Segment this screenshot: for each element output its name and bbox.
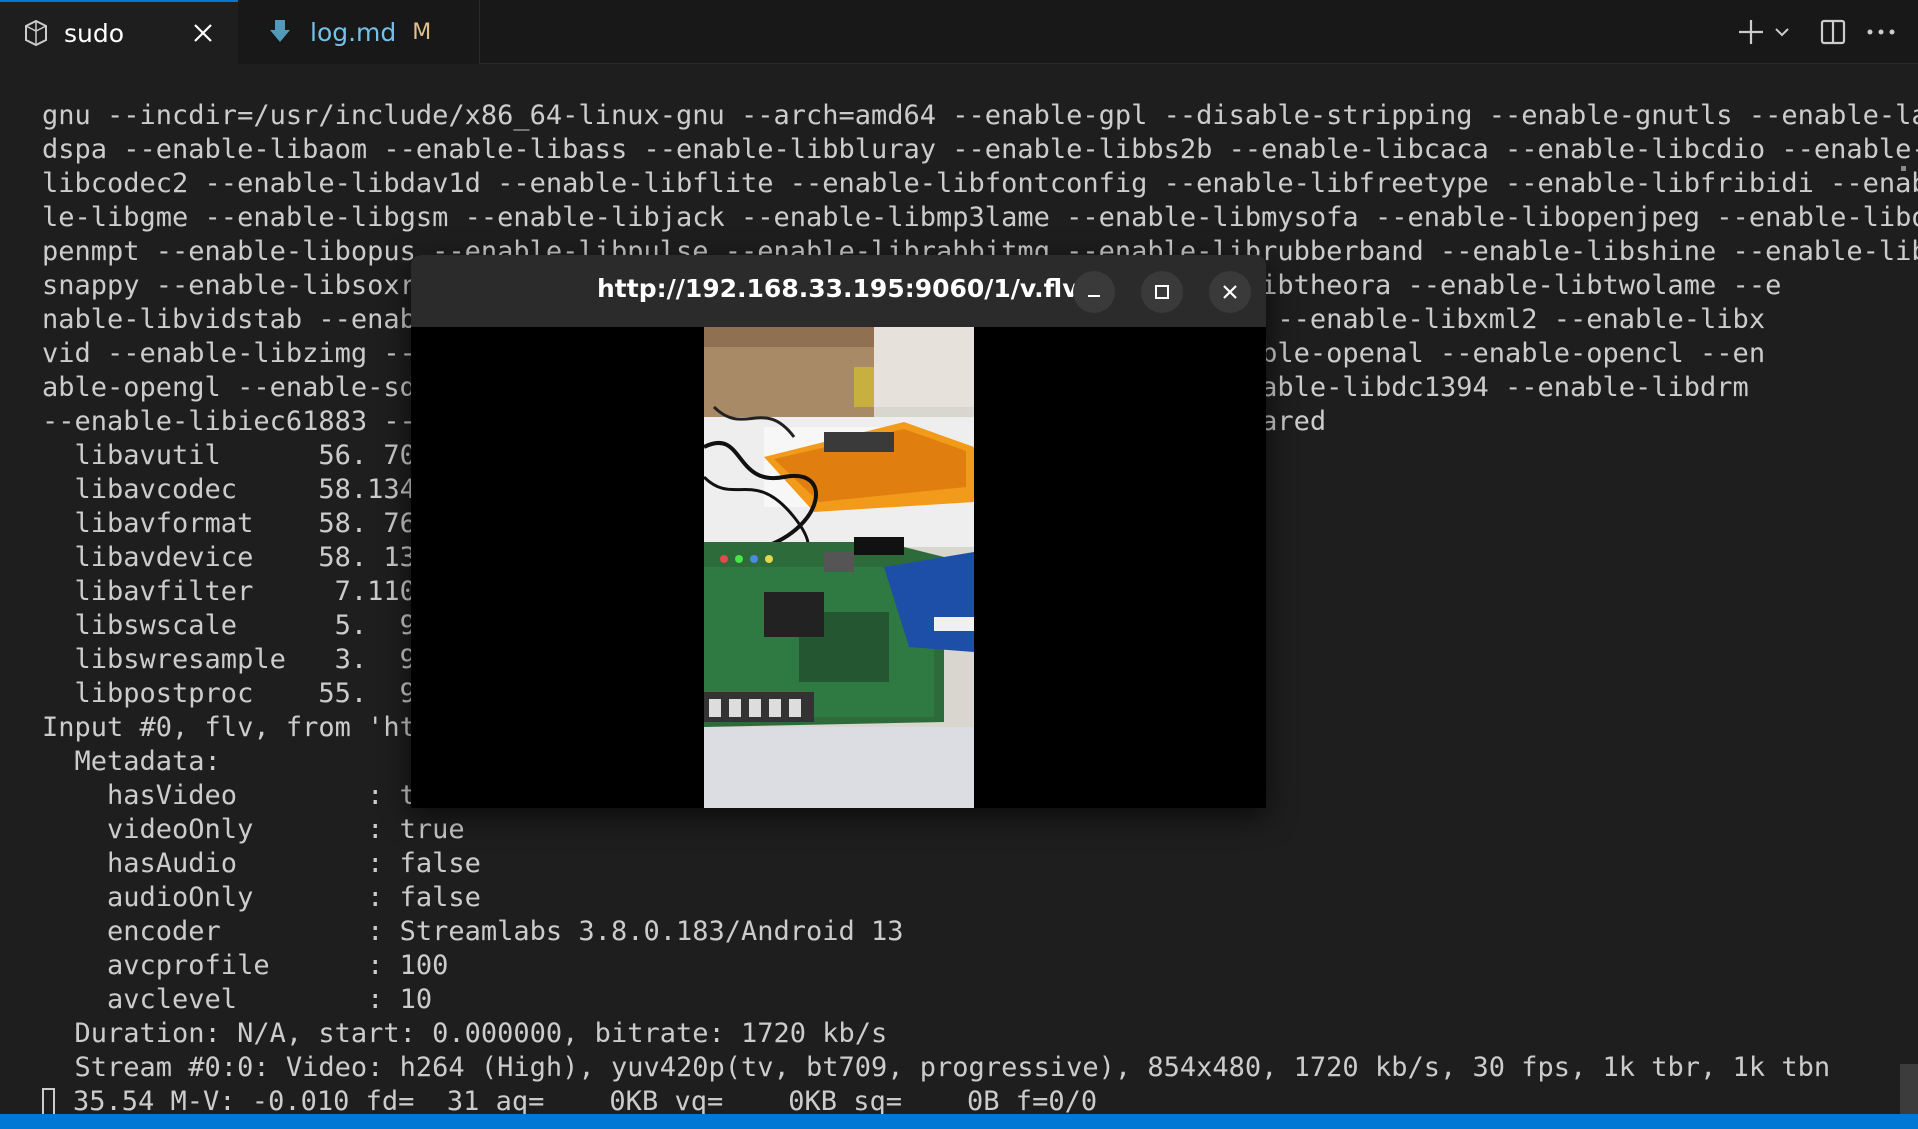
maximize-icon[interactable] bbox=[1141, 271, 1183, 313]
terminal-icon bbox=[22, 18, 52, 48]
close-icon[interactable] bbox=[188, 18, 218, 48]
terminal-actions bbox=[1732, 0, 1918, 64]
terminal-line: videoOnly : true bbox=[42, 814, 465, 845]
terminal-line: encoder : Streamlabs 3.8.0.183/Android 1… bbox=[42, 916, 904, 947]
terminal-status-line: 35.54 M-V: -0.010 fd= 31 aq= 0KB vq= 0KB… bbox=[42, 1085, 1918, 1114]
terminal-line: avcprofile : 100 bbox=[42, 950, 449, 981]
terminal-line: Duration: N/A, start: 0.000000, bitrate:… bbox=[42, 1018, 888, 1049]
tab-label: log.md bbox=[310, 17, 397, 47]
plus-icon[interactable] bbox=[1732, 13, 1770, 51]
ellipsis-icon[interactable] bbox=[1862, 13, 1900, 51]
video-frame-image bbox=[704, 327, 974, 808]
terminal-line: le-libgme --enable-libgsm --enable-libja… bbox=[42, 202, 1918, 233]
status-bar bbox=[0, 1114, 1918, 1129]
chevron-down-icon[interactable] bbox=[1770, 13, 1794, 51]
tab-log-md[interactable]: log.md M bbox=[238, 0, 480, 64]
terminal-line: hasAudio : false bbox=[42, 848, 481, 879]
terminal-cursor bbox=[42, 1088, 55, 1114]
scroll-indicator bbox=[1901, 166, 1906, 171]
terminal-line: libcodec2 --enable-libdav1d --enable-lib… bbox=[42, 168, 1918, 199]
terminal-line: audioOnly : false bbox=[42, 882, 481, 913]
split-editor-icon[interactable] bbox=[1814, 13, 1852, 51]
scrollbar-thumb[interactable] bbox=[1900, 1064, 1918, 1114]
close-icon[interactable] bbox=[1209, 271, 1251, 313]
video-player-window[interactable]: http://192.168.33.195:9060/1/v.flv bbox=[411, 255, 1266, 808]
terminal-line: gnu --incdir=/usr/include/x86_64-linux-g… bbox=[42, 100, 1918, 131]
markdown-download-icon bbox=[268, 17, 298, 47]
tab-label: sudo bbox=[64, 18, 125, 48]
minimize-icon[interactable] bbox=[1073, 271, 1115, 313]
tab-bar: sudo log.md M bbox=[0, 0, 1918, 64]
tab-sudo[interactable]: sudo bbox=[0, 0, 238, 64]
terminal-line: dspa --enable-libaom --enable-libass --e… bbox=[42, 134, 1918, 165]
modified-badge: M bbox=[412, 19, 432, 45]
terminal-line: Stream #0:0: Video: h264 (High), yuv420p… bbox=[42, 1052, 1831, 1083]
status-text: 35.54 M-V: -0.010 fd= 31 aq= 0KB vq= 0KB… bbox=[73, 1086, 1098, 1114]
window-titlebar[interactable]: http://192.168.33.195:9060/1/v.flv bbox=[411, 255, 1266, 327]
window-title: http://192.168.33.195:9060/1/v.flv bbox=[597, 274, 1079, 303]
terminal-line: avclevel : 10 bbox=[42, 984, 433, 1015]
video-frame bbox=[704, 327, 974, 808]
